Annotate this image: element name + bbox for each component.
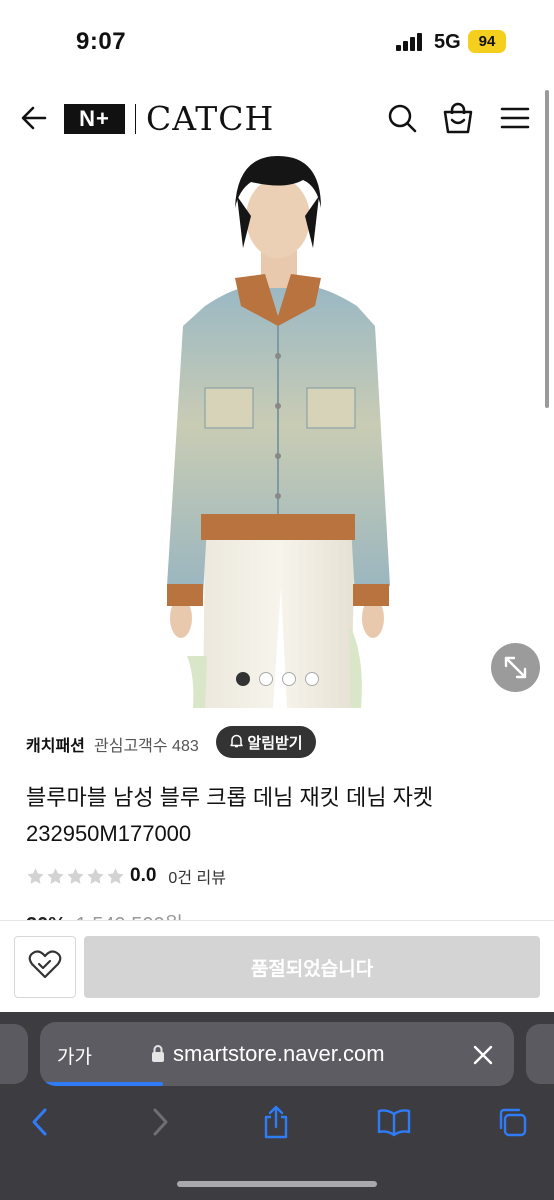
url-text[interactable]: smartstore.naver.com [173,1041,385,1067]
seller-name[interactable]: 캐치패션 [26,732,85,756]
browser-chrome: 가가 smartstore.naver.com [0,1012,554,1200]
catch-logo[interactable]: CATCH [146,99,274,138]
status-time: 9:07 [76,28,127,55]
expand-image-button[interactable] [491,643,540,692]
pagination-dot[interactable] [282,672,296,686]
page-load-progress [40,1082,164,1086]
star-icon [27,867,44,884]
search-icon[interactable] [386,100,418,141]
shopping-bag-icon[interactable] [442,100,474,141]
home-indicator[interactable] [177,1181,377,1187]
bookmarks-icon[interactable] [376,1104,412,1140]
rating-score: 0.0 [130,865,157,886]
product-image[interactable] [165,156,395,708]
bottom-action-bar: 품절되었습니다 [0,920,554,1012]
status-bar: 9:07 5G 94 [0,0,554,82]
heart-icon [28,949,62,985]
back-icon[interactable] [22,1104,58,1140]
signal-strength-icon [396,33,426,51]
product-title-line1: 블루마블 남성 블루 크롭 데님 재킷 데님 자켓 [26,785,434,810]
rating-row[interactable]: 0.0 0건 리뷰 [26,864,226,888]
star-icon [107,867,124,884]
lock-icon [150,1044,166,1069]
star-icon [67,867,84,884]
pagination-dot[interactable] [305,672,319,686]
seller-followers: 관심고객수 483 [94,738,199,755]
sold-out-button[interactable]: 품절되었습니다 [84,936,540,998]
share-icon[interactable] [258,1104,294,1140]
product-title-line2: 232950M177000 [26,821,192,846]
address-bar[interactable]: 가가 smartstore.naver.com [40,1022,514,1086]
product-title: 블루마블 남성 블루 크롭 데님 재킷 데님 자켓 232950M177000 [26,780,526,852]
scroll-indicator[interactable] [545,90,549,408]
tabs-icon[interactable] [494,1104,530,1140]
star-icon [87,867,104,884]
previous-tab-peek[interactable] [0,1024,28,1084]
network-type: 5G [434,31,461,53]
logo-divider [135,104,136,134]
close-icon[interactable] [472,1044,494,1071]
star-icon [47,867,64,884]
battery-indicator: 94 [468,30,506,53]
pagination-dot[interactable] [236,672,250,686]
browser-toolbar [0,1098,554,1146]
bell-plus-icon [229,733,244,752]
page-settings-button[interactable]: 가가 [57,1042,92,1069]
rating-stars [26,867,125,886]
forward-icon[interactable] [142,1104,178,1140]
notify-label: 알림받기 [247,734,303,752]
naver-plus-logo[interactable]: N+ [64,104,125,134]
notify-button[interactable]: 알림받기 [216,726,316,758]
pagination-dot[interactable] [259,672,273,686]
back-arrow-icon[interactable] [20,100,48,141]
wishlist-button[interactable] [14,936,76,998]
next-tab-peek[interactable] [526,1024,554,1084]
image-pagination-dots[interactable] [236,672,319,686]
menu-icon[interactable] [500,100,530,141]
app-header: N+ CATCH [0,82,554,156]
review-count[interactable]: 0건 리뷰 [168,864,226,888]
